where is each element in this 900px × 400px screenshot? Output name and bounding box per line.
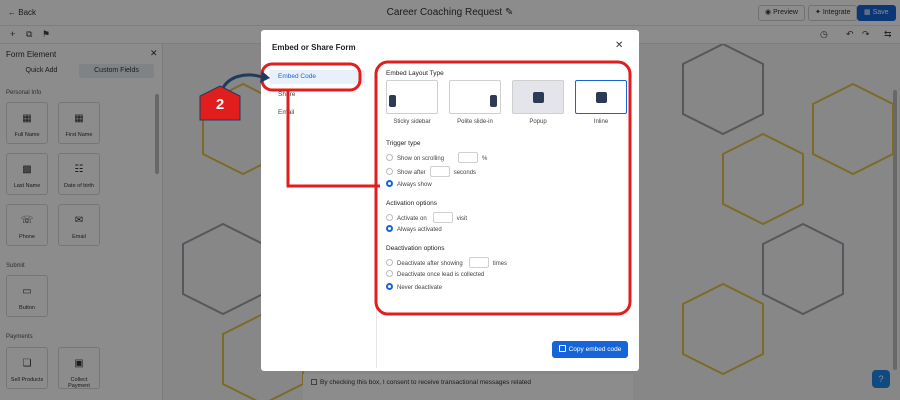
step-number-label: 2 [215, 96, 225, 113]
deactivation-never[interactable]: Never deactivate [386, 283, 442, 295]
radio-button[interactable] [386, 154, 393, 161]
option-label: Deactivate after showing [397, 261, 463, 267]
unit-label: % [482, 156, 488, 162]
radio-button-selected[interactable] [386, 283, 393, 290]
option-label: Activate on [397, 216, 427, 222]
layout-polite-slide-in[interactable] [449, 80, 501, 114]
deactivation-after-showing[interactable]: Deactivate after showing times [386, 257, 507, 269]
layout-label: Polite slide-in [457, 119, 493, 125]
unit-label: times [492, 261, 508, 267]
deactivation-options-title: Deactivation options [386, 245, 445, 252]
deactivation-once-lead[interactable]: Deactivate once lead is collected [386, 270, 484, 282]
layout-label: Popup [529, 119, 547, 125]
option-label: Deactivate once lead is collected [397, 272, 485, 278]
layout-preview-block [533, 92, 544, 103]
nav-email[interactable]: Email [269, 106, 365, 120]
activate-on-visit-input[interactable] [432, 212, 453, 223]
trigger-show-after[interactable]: Show after seconds [386, 166, 476, 178]
trigger-always-show[interactable]: Always show [386, 180, 432, 192]
radio-button-selected[interactable] [386, 180, 393, 187]
radio-button[interactable] [386, 270, 393, 277]
show-after-seconds-input[interactable] [429, 166, 450, 177]
embed-layout-title: Embed Layout Type [386, 70, 444, 77]
activation-always-activated[interactable]: Always activated [386, 225, 442, 237]
activation-activate-on[interactable]: Activate on visit [386, 212, 467, 224]
radio-button[interactable] [386, 259, 393, 266]
option-label: Show after [397, 170, 426, 176]
radio-button-selected[interactable] [386, 225, 393, 232]
modal-nav: Embed Code Share Email [261, 68, 377, 368]
copy-icon [558, 345, 566, 352]
unit-label: visit [456, 216, 468, 222]
option-label: Never deactivate [397, 285, 443, 291]
activation-options-title: Activation options [386, 200, 437, 207]
modal-title: Embed or Share Form [272, 43, 356, 52]
scroll-percent-input[interactable] [458, 152, 479, 163]
close-icon[interactable]: ✕ [615, 40, 623, 51]
trigger-on-scrolling[interactable]: Show on scrolling% [386, 152, 487, 164]
deactivate-times-input[interactable] [468, 257, 489, 268]
nav-share[interactable]: Share [269, 88, 365, 102]
layout-inline[interactable] [575, 80, 627, 114]
radio-button[interactable] [386, 168, 393, 175]
layout-label: Inline [593, 119, 609, 125]
layout-preview-block [389, 95, 396, 107]
unit-label: seconds [453, 170, 477, 176]
embed-share-modal: Embed or Share Form ✕ Embed Code Share E… [261, 30, 639, 371]
layout-label: Sticky sidebar [393, 119, 431, 125]
option-label: Show on scrolling [397, 156, 445, 162]
layout-preview-block [490, 95, 497, 107]
copy-embed-code-button[interactable]: Copy embed code [552, 341, 628, 358]
layout-preview-block [596, 92, 607, 103]
copy-button-label: Copy embed code [568, 346, 622, 353]
nav-embed-code[interactable]: Embed Code [269, 70, 365, 84]
option-label: Always show [397, 182, 432, 188]
trigger-type-title: Trigger type [386, 140, 421, 147]
option-label: Always activated [397, 227, 442, 233]
radio-button[interactable] [386, 214, 393, 221]
layout-popup[interactable] [512, 80, 564, 114]
layout-sticky-sidebar[interactable] [386, 80, 438, 114]
